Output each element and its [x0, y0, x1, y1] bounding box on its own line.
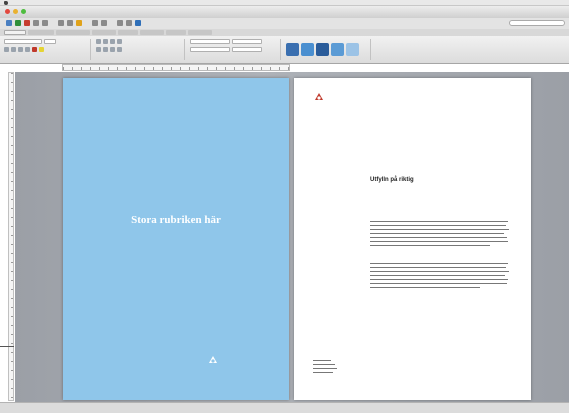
cover-title: Stora rubriken här: [131, 214, 221, 226]
body-text-line: [370, 241, 508, 242]
italic-icon[interactable]: [11, 47, 16, 52]
ribbon-tab[interactable]: [140, 30, 164, 35]
signature-line: [313, 368, 337, 369]
body-text-line: [370, 221, 508, 222]
status-bar: [0, 402, 569, 413]
search-input[interactable]: [509, 20, 565, 26]
body-text-line: [370, 233, 504, 234]
letter-heading: Utfylln på riktig: [370, 177, 414, 183]
print-icon[interactable]: [42, 20, 48, 26]
quick-style[interactable]: [331, 43, 344, 56]
new-document-icon[interactable]: [6, 20, 12, 26]
apple-menu-icon[interactable]: [4, 0, 8, 5]
ruler-ticks: [63, 67, 289, 70]
style-field[interactable]: [232, 39, 262, 44]
body-text-line: [370, 287, 480, 288]
highlight-icon[interactable]: [39, 47, 44, 52]
body-text-line: [370, 237, 507, 238]
body-text-line: [370, 275, 505, 276]
callout-line: [0, 346, 14, 347]
letter-logo: [313, 91, 328, 103]
close-window-button[interactable]: [5, 9, 10, 14]
ribbon-tab[interactable]: [56, 30, 90, 35]
align-center-icon[interactable]: [103, 47, 108, 52]
indent-icon[interactable]: [117, 39, 122, 44]
font-color-icon[interactable]: [32, 47, 37, 52]
signature-line: [313, 360, 331, 361]
quick-style[interactable]: [346, 43, 359, 56]
font-size-select[interactable]: [44, 39, 56, 44]
style-field[interactable]: [190, 47, 230, 52]
save-icon[interactable]: [33, 20, 39, 26]
format-painter-icon[interactable]: [117, 20, 123, 26]
font-group: [4, 39, 91, 60]
body-text-line: [370, 245, 490, 246]
open-icon[interactable]: [24, 20, 30, 26]
signature-block: [313, 357, 337, 376]
horizontal-ruler[interactable]: [62, 64, 290, 71]
body-text-line: [370, 263, 508, 264]
logo-icon: [313, 91, 325, 103]
vertical-ruler[interactable]: [8, 72, 14, 401]
body-text-line: [370, 271, 509, 272]
window-controls: [5, 9, 26, 14]
font-name-select[interactable]: [4, 39, 42, 44]
style-field[interactable]: [190, 39, 230, 44]
ribbon-tab[interactable]: [166, 30, 186, 35]
ribbon-tab[interactable]: [118, 30, 138, 35]
style-field[interactable]: [232, 47, 262, 52]
body-text-line: [370, 279, 508, 280]
signature-line: [313, 364, 335, 365]
cover-page[interactable]: Stora rubriken här: [63, 78, 289, 400]
styles-group: [188, 39, 281, 60]
undo-icon[interactable]: [92, 20, 98, 26]
numbering-icon[interactable]: [103, 39, 108, 44]
logo-icon: [207, 354, 219, 366]
zoom-window-button[interactable]: [21, 9, 26, 14]
align-left-icon[interactable]: [96, 47, 101, 52]
bullets-icon[interactable]: [96, 39, 101, 44]
quick-styles-group: [284, 39, 371, 60]
body-text-line: [370, 229, 509, 230]
ribbon-tab[interactable]: [188, 30, 212, 35]
quick-style[interactable]: [301, 43, 314, 56]
outdent-icon[interactable]: [110, 39, 115, 44]
bold-icon[interactable]: [4, 47, 9, 52]
templates-icon[interactable]: [15, 20, 21, 26]
underline-icon[interactable]: [18, 47, 23, 52]
justify-icon[interactable]: [117, 47, 122, 52]
strikethrough-icon[interactable]: [25, 47, 30, 52]
body-text-line: [370, 283, 507, 284]
ruler-ticks: [11, 73, 13, 400]
ribbon-tab[interactable]: [4, 30, 26, 35]
sidebar-icon[interactable]: [135, 20, 141, 26]
cut-icon[interactable]: [58, 20, 64, 26]
redo-icon[interactable]: [101, 20, 107, 26]
document-canvas[interactable]: Stora rubriken här Utfylln på riktig: [15, 72, 569, 402]
minimize-window-button[interactable]: [13, 9, 18, 14]
insert-table-icon[interactable]: [126, 20, 132, 26]
copy-icon[interactable]: [67, 20, 73, 26]
paste-icon[interactable]: [76, 20, 82, 26]
body-text-line: [370, 267, 506, 268]
cover-logo: [207, 354, 222, 366]
ribbon-tab[interactable]: [92, 30, 116, 35]
ribbon-tab[interactable]: [28, 30, 54, 35]
quick-style[interactable]: [316, 43, 329, 56]
body-text-line: [370, 225, 506, 226]
signature-line: [313, 372, 333, 373]
ribbon: [0, 36, 569, 64]
letter-page[interactable]: Utfylln på riktig: [294, 78, 531, 400]
quick-style[interactable]: [286, 43, 299, 56]
align-right-icon[interactable]: [110, 47, 115, 52]
paragraph-group: [94, 39, 185, 60]
